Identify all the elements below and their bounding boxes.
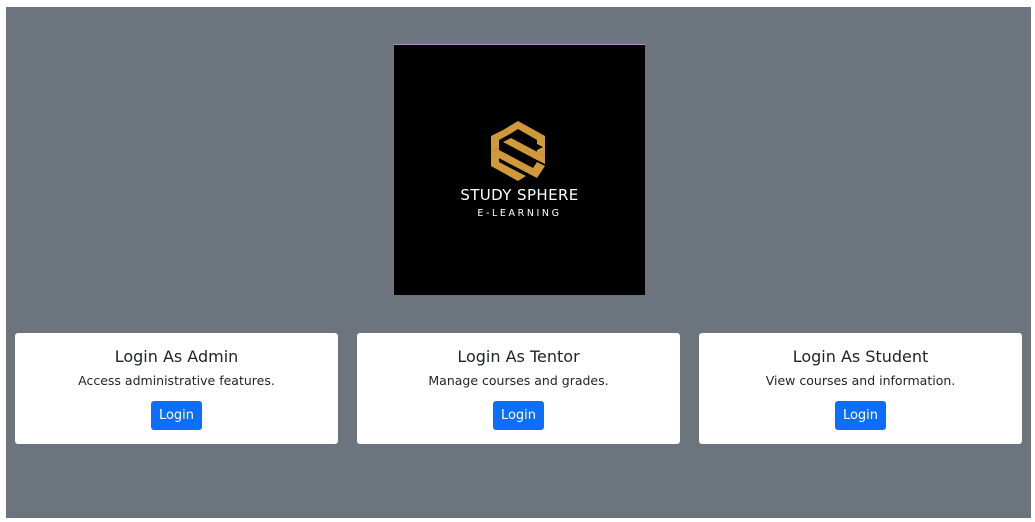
- card-title: Login As Admin: [114, 347, 239, 366]
- brand-logo: STUDY SPHERE E-LEARNING: [394, 44, 645, 295]
- admin-login-button[interactable]: Login: [151, 401, 202, 430]
- card-title: Login As Tentor: [457, 347, 580, 366]
- card-description: Access administrative features.: [78, 373, 275, 388]
- admin-login-card: Login As Admin Access administrative fea…: [15, 333, 338, 444]
- student-login-button[interactable]: Login: [835, 401, 886, 430]
- card-description: View courses and information.: [765, 373, 956, 388]
- page-background: STUDY SPHERE E-LEARNING Login As Admin A…: [6, 7, 1031, 518]
- brand-subtitle: E-LEARNING: [477, 208, 562, 219]
- tentor-login-button[interactable]: Login: [493, 401, 544, 430]
- brand-title: STUDY SPHERE: [460, 186, 579, 204]
- tentor-login-card: Login As Tentor Manage courses and grade…: [357, 333, 680, 444]
- student-login-card: Login As Student View courses and inform…: [699, 333, 1022, 444]
- card-description: Manage courses and grades.: [428, 373, 609, 388]
- card-title: Login As Student: [792, 347, 929, 366]
- study-sphere-s-logo-icon: [491, 121, 545, 181]
